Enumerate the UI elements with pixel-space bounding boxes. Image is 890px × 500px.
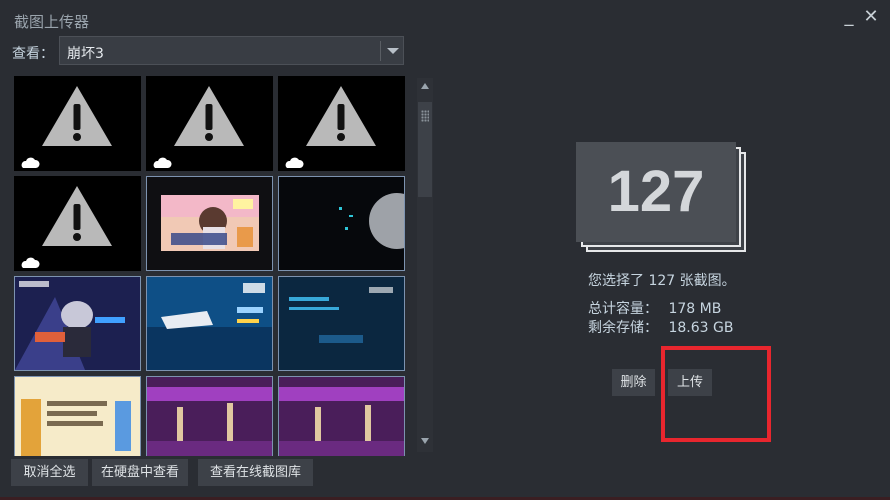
- screenshot-grid: [14, 76, 406, 456]
- selected-count: 127: [607, 159, 705, 224]
- view-online-library-button[interactable]: 查看在线截图库: [198, 459, 313, 486]
- grid-scrollbar[interactable]: [417, 78, 433, 452]
- game-screenshot-image: [279, 177, 404, 270]
- cloud-icon: [21, 157, 40, 168]
- screenshot-thumbnail[interactable]: [146, 276, 273, 371]
- deselect-all-button[interactable]: 取消全选: [11, 459, 88, 486]
- storage-stats: 总计容量： 178 MB 剩余存储： 18.63 GB: [588, 300, 733, 338]
- delete-button[interactable]: 删除: [612, 369, 655, 396]
- total-size-label: 总计容量：: [588, 301, 658, 317]
- screenshot-uploader-window: 截图上传器 _ ✕ 查看： 崩坏3 取消全选 在硬盘中查看 查看在线截图库 12…: [0, 0, 890, 500]
- remaining-storage-value: 18.63 GB: [668, 320, 734, 336]
- screenshot-thumbnail[interactable]: [14, 276, 141, 371]
- game-screenshot-image: [279, 377, 404, 456]
- game-screenshot-image: [15, 277, 140, 370]
- game-filter-dropdown[interactable]: 崩坏3: [59, 36, 404, 65]
- game-screenshot-image: [147, 377, 272, 456]
- total-size-value: 178 MB: [668, 301, 722, 317]
- screenshot-thumbnail[interactable]: [146, 176, 273, 271]
- screenshot-thumbnail[interactable]: [278, 76, 405, 171]
- view-label: 查看：: [12, 46, 54, 62]
- total-size-row: 总计容量： 178 MB: [588, 300, 733, 319]
- screenshot-thumbnail[interactable]: [14, 376, 141, 456]
- scroll-down-arrow-icon[interactable]: [421, 438, 429, 444]
- cloud-icon: [153, 157, 172, 168]
- game-filter-value: 崩坏3: [67, 46, 104, 62]
- selection-count-stack: 127: [576, 142, 746, 254]
- game-screenshot-image: [161, 195, 259, 251]
- grip-icon: [421, 110, 429, 122]
- minimize-button[interactable]: _: [838, 6, 860, 28]
- selected-summary-text: 您选择了 127 张截图。: [588, 273, 736, 289]
- screenshot-thumbnail[interactable]: [146, 376, 273, 456]
- screenshot-thumbnail[interactable]: [278, 376, 405, 456]
- dropdown-separator: [380, 41, 381, 61]
- chevron-down-icon[interactable]: [387, 48, 399, 54]
- stack-card-front: 127: [576, 142, 736, 242]
- game-screenshot-image: [15, 377, 140, 456]
- title-bar: 截图上传器 _ ✕: [0, 0, 890, 36]
- screenshot-thumbnail[interactable]: [146, 76, 273, 171]
- cloud-icon: [21, 257, 40, 268]
- highlight-annotation-box: [661, 346, 771, 442]
- close-button[interactable]: ✕: [860, 6, 882, 28]
- scroll-thumb[interactable]: [418, 102, 432, 197]
- screenshot-thumbnail[interactable]: [278, 176, 405, 271]
- cloud-icon: [285, 157, 304, 168]
- window-title: 截图上传器: [14, 13, 90, 31]
- remaining-storage-label: 剩余存储：: [588, 320, 658, 336]
- screenshot-thumbnail[interactable]: [278, 276, 405, 371]
- game-screenshot-image: [147, 277, 272, 370]
- game-screenshot-image: [279, 277, 404, 370]
- screenshot-thumbnail[interactable]: [14, 176, 141, 271]
- scroll-up-arrow-icon[interactable]: [421, 83, 429, 89]
- screenshot-thumbnail[interactable]: [14, 76, 141, 171]
- remaining-storage-row: 剩余存储： 18.63 GB: [588, 319, 733, 338]
- view-on-disk-button[interactable]: 在硬盘中查看: [92, 459, 188, 486]
